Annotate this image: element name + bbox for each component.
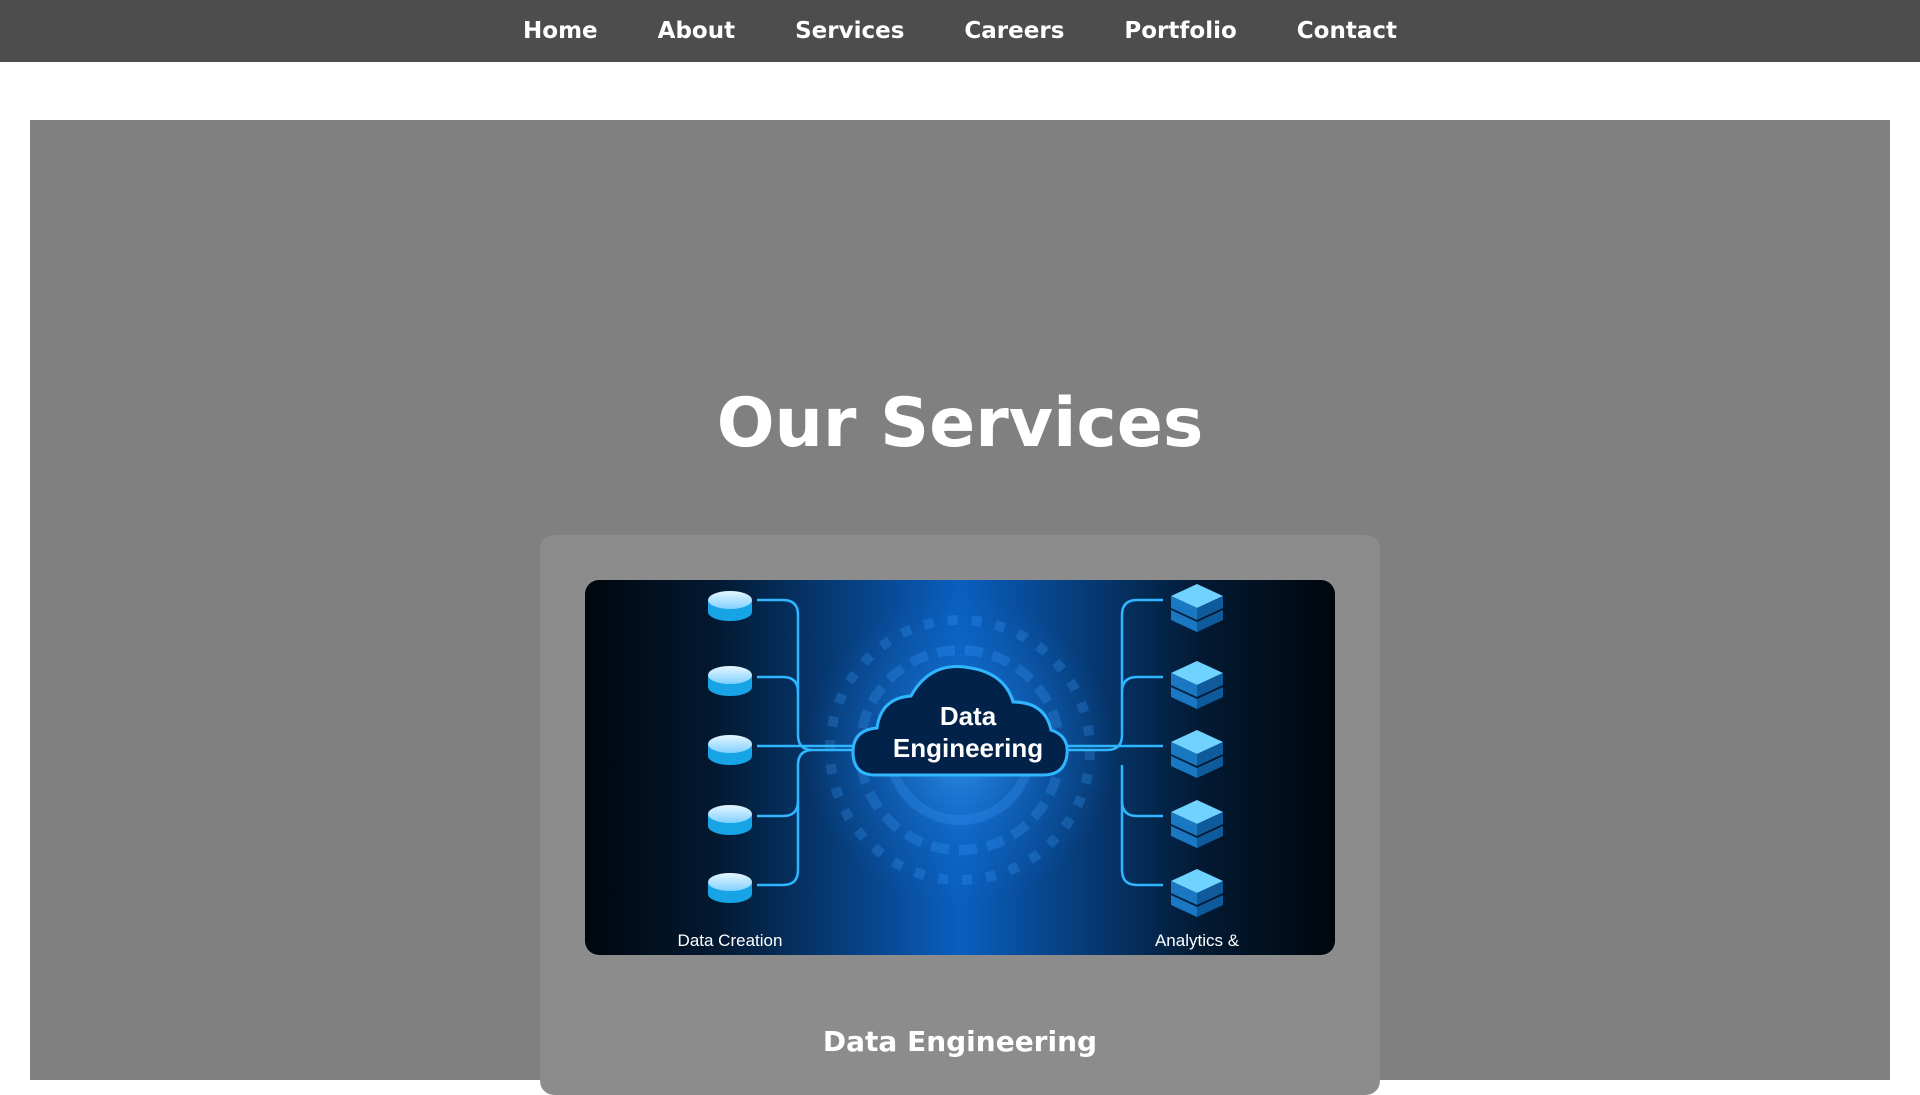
nav-home-link[interactable]: Home xyxy=(523,18,598,44)
cloud-label-line1: Data xyxy=(940,701,997,731)
top-navigation: Home About Services Careers Portfolio Co… xyxy=(0,0,1920,62)
services-section: Our Services Data Engineering Data Creat… xyxy=(30,120,1890,1095)
nav-careers-link[interactable]: Careers xyxy=(964,18,1064,44)
section-title: Our Services xyxy=(716,384,1204,463)
nav-services-link[interactable]: Services xyxy=(795,18,904,44)
service-card-title: Data Engineering xyxy=(822,1025,1098,1058)
right-caption: Analytics & xyxy=(1155,931,1240,950)
left-caption: Data Creation xyxy=(678,931,783,950)
service-card[interactable]: Data Engineering Data Creation Analytics… xyxy=(540,535,1380,1095)
nav-portfolio-link[interactable]: Portfolio xyxy=(1124,18,1236,44)
cloud-label-line2: Engineering xyxy=(893,733,1043,763)
nav-about-link[interactable]: About xyxy=(658,18,735,44)
nav-contact-link[interactable]: Contact xyxy=(1297,18,1397,44)
data-engineering-illustration: Data Engineering Data Creation Analytics… xyxy=(585,580,1335,955)
